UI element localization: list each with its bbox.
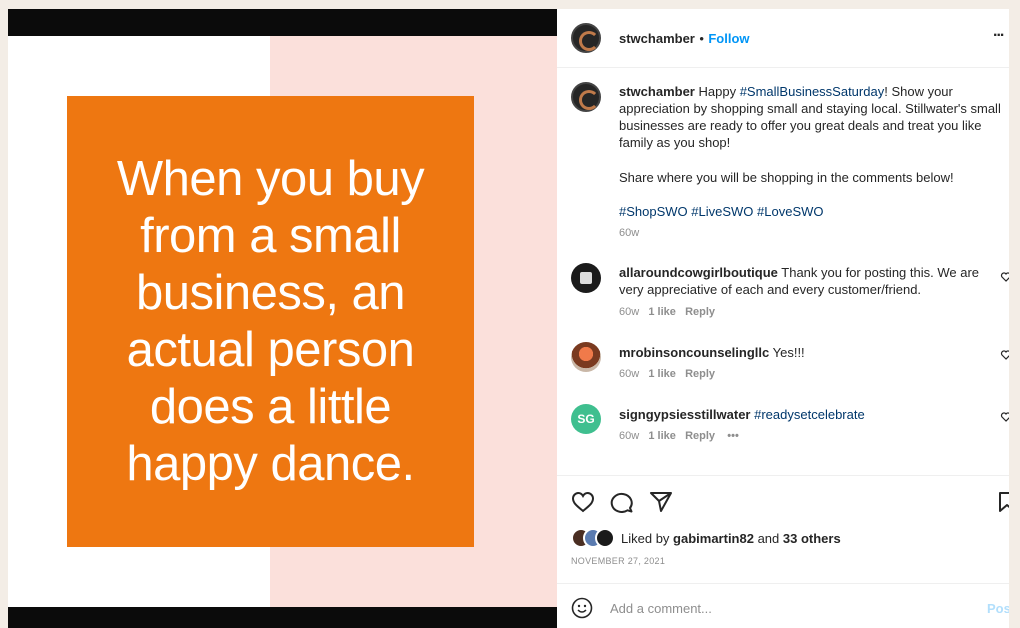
post-comment-button[interactable]: Pos: [987, 601, 1009, 616]
comment-meta: 60w 1 like Reply: [619, 368, 715, 380]
caption-avatar[interactable]: [571, 82, 601, 112]
liker-avatars[interactable]: [571, 528, 621, 548]
comment-meta: 60w 1 like Reply: [619, 306, 715, 318]
actions-divider: [557, 475, 1009, 476]
hashtag-link[interactable]: #readysetcelebrate: [754, 407, 865, 422]
comment-meta: 60w 1 like Reply •••: [619, 430, 739, 442]
author-username[interactable]: stwchamber: [619, 31, 695, 46]
comment-body: mrobinsoncounselingllc Yes!!!: [619, 344, 989, 361]
caption-username[interactable]: stwchamber: [619, 84, 695, 99]
comment-body: allaroundcowgirlboutique Thank you for p…: [619, 264, 989, 298]
liker-avatar: [595, 528, 615, 548]
caption-age[interactable]: 60w: [619, 227, 639, 239]
comment-avatar[interactable]: SG: [571, 404, 601, 434]
comment-username[interactable]: mrobinsoncounselingllc: [619, 345, 769, 360]
comment-body: signgypsiesstillwater #readysetcelebrate: [619, 406, 989, 423]
more-icon[interactable]: ...: [993, 23, 1004, 41]
likes-summary: Liked by gabimartin82 and 33 others: [621, 530, 841, 547]
letterbox-bottom: [8, 607, 557, 628]
comment-text: Yes!!!: [769, 345, 805, 360]
comment-heart-icon[interactable]: [1000, 271, 1009, 283]
comment-age[interactable]: 60w: [619, 430, 639, 442]
post-detail-panel: stwchamber • Follow ... stwchamber Happy…: [557, 9, 1009, 628]
comment-heart-icon[interactable]: [1000, 349, 1009, 361]
bookmark-icon[interactable]: [998, 491, 1009, 513]
hashtag-link[interactable]: #SmallBusinessSaturday: [740, 84, 885, 99]
comment-likes[interactable]: 1 like: [648, 430, 676, 442]
heart-icon[interactable]: [571, 491, 595, 513]
likes-prefix: Liked by: [621, 531, 674, 546]
comment-likes[interactable]: 1 like: [648, 368, 676, 380]
post-date[interactable]: NOVEMBER 27, 2021: [571, 556, 665, 566]
comment-likes[interactable]: 1 like: [648, 306, 676, 318]
reply-button[interactable]: Reply: [685, 430, 715, 442]
liker-username[interactable]: gabimartin82: [673, 531, 754, 546]
author-avatar[interactable]: [571, 23, 601, 53]
comment-age[interactable]: 60w: [619, 306, 639, 318]
share-icon[interactable]: [649, 491, 673, 513]
reply-button[interactable]: Reply: [685, 306, 715, 318]
comment-age[interactable]: 60w: [619, 368, 639, 380]
comment-box-divider: [557, 583, 1009, 584]
header-divider: [557, 67, 1009, 68]
post-header: stwchamber • Follow ...: [557, 9, 1009, 67]
caption: stwchamber Happy #SmallBusinessSaturday!…: [619, 83, 1005, 151]
comment-avatar[interactable]: [571, 342, 601, 372]
quote-box: When you buy from a small business, an a…: [67, 96, 474, 547]
comment-icon[interactable]: [610, 491, 634, 513]
reply-button[interactable]: Reply: [685, 368, 715, 380]
follow-button[interactable]: Follow: [708, 31, 749, 46]
comment-avatar[interactable]: [571, 263, 601, 293]
comment-username[interactable]: allaroundcowgirlboutique: [619, 265, 778, 280]
header-separator: •: [699, 31, 704, 46]
comment-username[interactable]: signgypsiesstillwater: [619, 407, 751, 422]
caption-hashtags: #ShopSWO #LiveSWO #LoveSWO: [619, 203, 824, 220]
likes-others-link[interactable]: 33 others: [783, 531, 841, 546]
caption-text-start: Happy: [694, 84, 740, 99]
hashtag-link[interactable]: #LiveSWO: [691, 204, 753, 219]
post-image: When you buy from a small business, an a…: [8, 9, 557, 628]
comment-heart-icon[interactable]: [1000, 411, 1009, 423]
hashtag-link[interactable]: #ShopSWO: [619, 204, 688, 219]
letterbox-top: [8, 9, 557, 36]
emoji-icon[interactable]: [571, 597, 593, 619]
hashtag-link[interactable]: #LoveSWO: [757, 204, 823, 219]
comment-options-icon[interactable]: •••: [727, 430, 739, 442]
quote-text: When you buy from a small business, an a…: [116, 151, 425, 491]
add-comment-input[interactable]: Add a comment...: [610, 601, 712, 616]
caption-line-share: Share where you will be shopping in the …: [619, 170, 954, 185]
likes-joiner: and: [753, 531, 783, 546]
